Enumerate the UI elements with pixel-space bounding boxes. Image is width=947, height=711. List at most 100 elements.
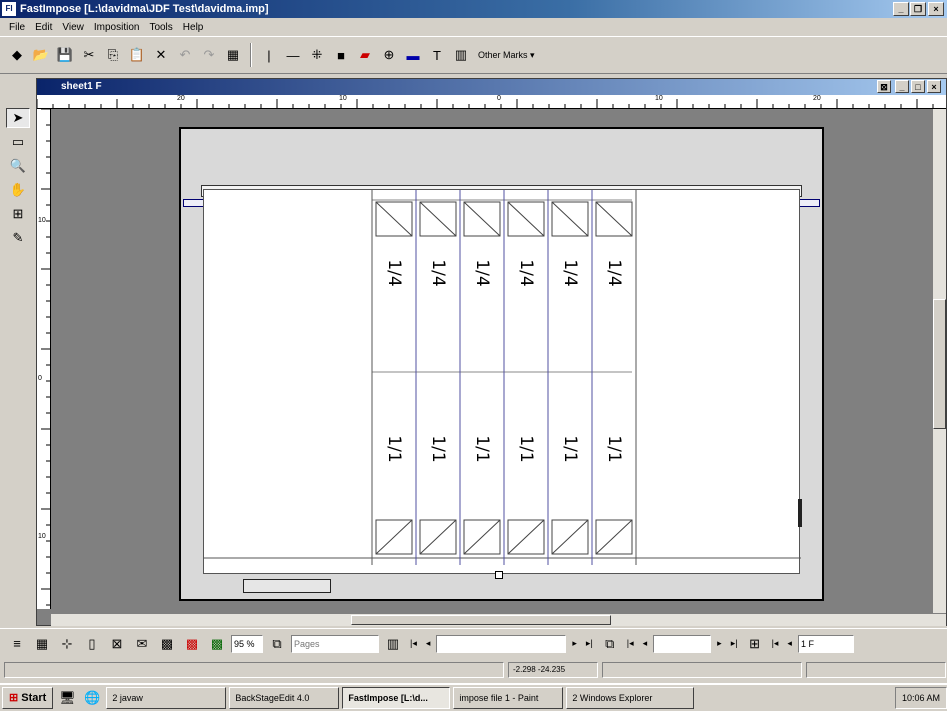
menu-edit[interactable]: Edit <box>30 22 57 33</box>
minimize-button[interactable]: _ <box>893 2 909 16</box>
undo-icon[interactable]: ↶ <box>174 44 196 66</box>
grid-view-icon[interactable]: ▦ <box>31 633 53 655</box>
book-icon[interactable]: ▥ <box>382 633 404 655</box>
page-label-top: 1/4 <box>384 259 404 287</box>
first-side-icon[interactable]: |◂ <box>769 638 782 649</box>
window-title: FastImpose [L:\davidma\JDF Test\davidma.… <box>20 3 269 15</box>
redo-icon[interactable]: ↷ <box>198 44 220 66</box>
pages-icon[interactable]: ⧉ <box>266 633 288 655</box>
imposition-canvas[interactable]: 1/4 1/1 1/4 1/1 1/4 1/1 1/4 1/1 1/4 1/1 1/4 1/1 <box>51 109 946 613</box>
desktop-icon[interactable]: 🖥 <box>56 687 78 709</box>
text-icon[interactable]: T <box>426 44 448 66</box>
side-field[interactable]: 1 F <box>797 634 854 653</box>
cut-icon[interactable]: ✂ <box>78 44 100 66</box>
doc-close-button[interactable]: × <box>927 80 941 93</box>
color-patch-icon[interactable]: ▬ <box>402 44 424 66</box>
horizontal-scroll-thumb[interactable] <box>351 615 611 625</box>
pages-select[interactable]: Pages <box>291 634 379 653</box>
crop-mark-icon[interactable]: ⁜ <box>306 44 328 66</box>
sheet-nav-icon[interactable]: ⧉ <box>599 633 621 655</box>
other-marks-dropdown[interactable]: Other Marks ▾ <box>474 50 539 61</box>
mail-icon[interactable]: ✉ <box>131 633 153 655</box>
page-view-icon[interactable]: ▯ <box>81 633 103 655</box>
vertical-scrollbar[interactable] <box>933 109 946 613</box>
task-javaw[interactable]: 2 javaw <box>106 687 227 709</box>
doc-close-icon[interactable]: ⊠ <box>877 80 891 93</box>
task-backstageedit[interactable]: BackStageEdit 4.0 <box>229 687 340 709</box>
status-panel <box>602 662 802 678</box>
first-sheet-icon[interactable]: |◂ <box>624 638 637 649</box>
menu-imposition[interactable]: Imposition <box>89 22 145 33</box>
registration-icon[interactable]: ⊕ <box>378 44 400 66</box>
signature-select[interactable] <box>436 634 567 653</box>
horizontal-line-icon[interactable]: — <box>282 44 304 66</box>
paper-sheet[interactable]: 1/4 1/1 1/4 1/1 1/4 1/1 1/4 1/1 1/4 1/1 1/4 1/1 <box>203 189 801 575</box>
view-toolbar: ≡ ▦ ⊹ ▯ ⊠ ✉ ▩ ▩ ▩ 95 % ⧉ Pages ▥ |◂ ◂ ▸ … <box>0 628 947 658</box>
doc-restore-button[interactable]: □ <box>911 80 925 93</box>
barcode-icon[interactable]: ▥ <box>450 44 472 66</box>
color-bar-icon[interactable]: ▰ <box>354 44 376 66</box>
menu-tools[interactable]: Tools <box>144 22 177 33</box>
image-icon[interactable]: ▩ <box>156 633 178 655</box>
ruler-label: 10 <box>339 95 347 102</box>
start-label: Start <box>21 692 47 704</box>
open-icon[interactable]: 📂 <box>30 44 52 66</box>
page-label-bottom: 1/1 <box>428 435 448 463</box>
zoom-icon[interactable]: 🔍 <box>6 156 30 176</box>
ruler-label: 0 <box>497 95 501 102</box>
tree-view-icon[interactable]: ⊹ <box>56 633 78 655</box>
center-mark[interactable] <box>495 571 503 579</box>
next-page-icon[interactable]: ▸ <box>569 638 580 649</box>
vertical-scroll-thumb[interactable] <box>933 299 946 429</box>
hand-icon[interactable]: ✋ <box>6 180 30 200</box>
pointer-icon[interactable]: ➤ <box>6 108 30 129</box>
page-diagonal <box>551 201 589 237</box>
last-sheet-icon[interactable]: ▸| <box>728 638 741 649</box>
start-button[interactable]: ⊞ Start <box>2 687 54 709</box>
sheet-icon[interactable]: ▦ <box>222 44 244 66</box>
task-fastimpose[interactable]: FastImpose [L:\d... <box>342 687 451 709</box>
paste-icon[interactable]: 📋 <box>126 44 148 66</box>
restore-button[interactable]: ❐ <box>910 2 926 16</box>
close-button[interactable]: × <box>928 2 944 16</box>
task-paint[interactable]: impose file 1 - Paint <box>453 687 564 709</box>
copy-icon[interactable]: ⎘ <box>102 44 124 66</box>
zoom-field[interactable]: 95 % <box>231 634 263 653</box>
prev-side-icon[interactable]: ◂ <box>784 638 795 649</box>
prev-sheet-icon[interactable]: ◂ <box>640 638 651 649</box>
vertical-line-icon[interactable]: | <box>258 44 280 66</box>
pen-icon[interactable]: ✎ <box>6 228 30 248</box>
prev-page-icon[interactable]: ◂ <box>423 638 434 649</box>
rectangle-icon[interactable]: ▭ <box>6 132 30 152</box>
save-icon[interactable]: 💾 <box>54 44 76 66</box>
list-view-icon[interactable]: ≡ <box>6 633 28 655</box>
side-guide-mark[interactable] <box>798 499 802 527</box>
black-box-icon[interactable]: ■ <box>330 44 352 66</box>
page-diagonal <box>463 201 501 237</box>
delete-icon[interactable]: ✕ <box>150 44 172 66</box>
browser-icon[interactable]: 🌐 <box>81 687 103 709</box>
side-grid-icon[interactable]: ⊞ <box>744 633 766 655</box>
sheet-number-field[interactable] <box>653 634 712 653</box>
page-diagonal <box>375 201 413 237</box>
system-tray: 10:06 AM <box>894 687 947 709</box>
layer-icon[interactable]: ⊠ <box>106 633 128 655</box>
last-page-icon[interactable]: ▸| <box>583 638 596 649</box>
menu-view[interactable]: View <box>57 22 89 33</box>
press-sheet[interactable]: 1/4 1/1 1/4 1/1 1/4 1/1 1/4 1/1 1/4 1/1 1/4 1/1 <box>179 127 824 601</box>
page-diagonal <box>507 201 545 237</box>
task-explorer[interactable]: 2 Windows Explorer <box>566 687 695 709</box>
separations-icon[interactable]: ▩ <box>206 633 228 655</box>
menu-file[interactable]: File <box>4 22 30 33</box>
document-title: sheet1 F <box>61 81 102 92</box>
first-page-icon[interactable]: |◂ <box>407 638 420 649</box>
doc-minimize-button[interactable]: _ <box>895 80 909 93</box>
menu-help[interactable]: Help <box>178 22 209 33</box>
page-grid[interactable] <box>204 190 801 575</box>
grid-icon[interactable]: ⊞ <box>6 204 30 224</box>
new-icon[interactable]: ◆ <box>6 44 28 66</box>
color-icon[interactable]: ▩ <box>181 633 203 655</box>
color-bar-mark[interactable] <box>243 579 331 593</box>
horizontal-scrollbar[interactable] <box>51 613 946 626</box>
next-sheet-icon[interactable]: ▸ <box>714 638 725 649</box>
